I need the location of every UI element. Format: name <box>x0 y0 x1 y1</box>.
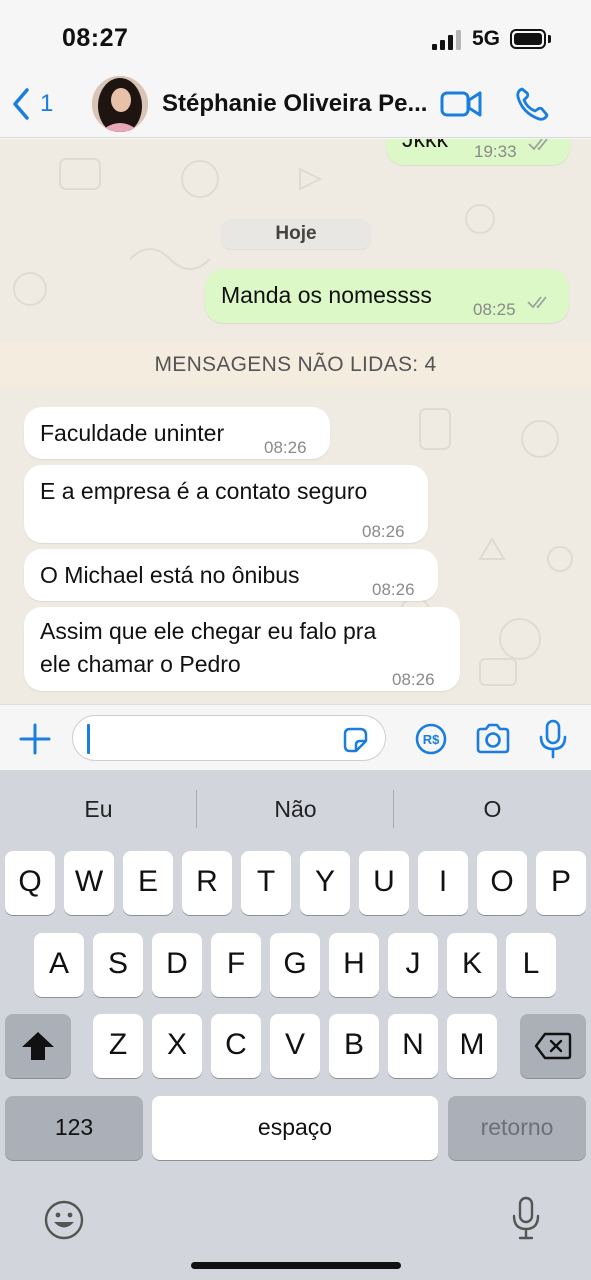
message-time: 08:26 <box>362 522 405 541</box>
key-y[interactable]: Y <box>300 851 350 915</box>
suggestion-2[interactable]: Não <box>197 770 394 848</box>
message-time: 08:26 <box>264 438 307 457</box>
day-divider: Hoje <box>221 219 371 249</box>
battery-icon <box>510 29 546 49</box>
key-w[interactable]: W <box>64 851 114 915</box>
key-q[interactable]: Q <box>5 851 55 915</box>
message-bubble-incoming[interactable]: E a empresa é a contato seguro 08:26 <box>24 465 428 543</box>
message-text: E a empresa é a contato seguro <box>40 478 368 504</box>
suggestion-3[interactable]: O <box>394 770 591 848</box>
cellular-signal-icon <box>432 30 461 50</box>
pix-payment-icon[interactable]: R$ <box>415 723 447 755</box>
message-text: Faculdade uninter <box>40 420 225 446</box>
message-text: Jkkk <box>402 139 448 152</box>
keyboard: Eu Não O Q W E R T Y U I O P A S D F G H… <box>0 770 591 1280</box>
return-key[interactable]: retorno <box>448 1096 586 1160</box>
message-text-line: Assim que ele chegar eu falo pra <box>40 618 377 644</box>
key-m[interactable]: M <box>447 1014 497 1078</box>
message-bubble-incoming[interactable]: Faculdade uninter 08:26 <box>24 407 330 459</box>
key-e[interactable]: E <box>123 851 173 915</box>
key-k[interactable]: K <box>447 933 497 997</box>
message-time: 08:26 <box>392 670 435 689</box>
key-p[interactable]: P <box>536 851 586 915</box>
key-n[interactable]: N <box>388 1014 438 1078</box>
message-time: 19:33 <box>474 142 517 161</box>
dictation-microphone-icon[interactable] <box>511 1196 541 1240</box>
unread-messages-banner: MENSAGENS NÃO LIDAS: 4 <box>0 342 591 388</box>
message-text-line: ele chamar o Pedro <box>40 651 241 677</box>
delete-backward-icon <box>534 1032 572 1060</box>
message-input-bar: R$ <box>0 704 591 770</box>
key-h[interactable]: H <box>329 933 379 997</box>
key-z[interactable]: Z <box>93 1014 143 1078</box>
key-f[interactable]: F <box>211 933 261 997</box>
message-bubble-incoming[interactable]: Assim que ele chegar eu falo pra ele cha… <box>24 607 460 691</box>
chat-header: 1 Stéphanie Oliveira Pe... <box>0 72 591 138</box>
key-o[interactable]: O <box>477 851 527 915</box>
chevron-left-icon <box>13 88 29 120</box>
message-text: O Michael está no ônibus <box>40 562 300 588</box>
key-l[interactable]: L <box>506 933 556 997</box>
emoji-icon[interactable] <box>44 1200 84 1240</box>
back-button[interactable]: 1 <box>10 84 70 124</box>
key-j[interactable]: J <box>388 933 438 997</box>
key-v[interactable]: V <box>270 1014 320 1078</box>
message-time: 08:25 <box>473 300 516 319</box>
network-type: 5G <box>472 27 501 50</box>
shift-key[interactable] <box>5 1014 71 1078</box>
status-time: 08:27 <box>62 24 129 52</box>
message-input[interactable] <box>72 715 386 761</box>
home-indicator <box>191 1262 401 1269</box>
key-b[interactable]: B <box>329 1014 379 1078</box>
key-x[interactable]: X <box>152 1014 202 1078</box>
key-r[interactable]: R <box>182 851 232 915</box>
message-time: 08:26 <box>372 580 415 599</box>
backspace-key[interactable] <box>520 1014 586 1078</box>
double-check-read-icon <box>527 296 547 309</box>
phone-call-icon[interactable] <box>515 86 549 122</box>
key-d[interactable]: D <box>152 933 202 997</box>
message-bubble-incoming[interactable]: O Michael está no ônibus 08:26 <box>24 549 438 601</box>
avatar-photo <box>92 76 148 132</box>
key-a[interactable]: A <box>34 933 84 997</box>
battery-cap <box>548 35 551 43</box>
suggestion-1[interactable]: Eu <box>0 770 197 848</box>
key-s[interactable]: S <box>93 933 143 997</box>
status-bar: 08:27 5G <box>0 0 591 72</box>
space-key[interactable]: espaço <box>152 1096 438 1160</box>
contact-name[interactable]: Stéphanie Oliveira Pe... <box>162 90 430 118</box>
key-u[interactable]: U <box>359 851 409 915</box>
key-i[interactable]: I <box>418 851 468 915</box>
microphone-icon[interactable] <box>538 719 568 759</box>
text-caret <box>87 724 90 754</box>
key-c[interactable]: C <box>211 1014 261 1078</box>
key-t[interactable]: T <box>241 851 291 915</box>
numbers-key[interactable]: 123 <box>5 1096 143 1160</box>
shift-arrow-icon <box>22 1032 54 1060</box>
unread-chats-count: 1 <box>40 90 54 117</box>
camera-icon[interactable] <box>475 723 511 755</box>
key-g[interactable]: G <box>270 933 320 997</box>
sticker-icon[interactable] <box>341 726 369 754</box>
double-check-read-icon <box>528 139 548 151</box>
plus-icon[interactable] <box>18 722 52 756</box>
video-call-icon[interactable] <box>440 88 482 120</box>
message-bubble-outgoing[interactable]: Jkkk 19:33 <box>386 139 570 165</box>
message-bubble-outgoing[interactable]: Manda os nomessss 08:25 <box>205 269 569 323</box>
message-text: Manda os nomessss <box>221 282 432 308</box>
contact-avatar[interactable] <box>92 76 148 132</box>
chat-area[interactable]: Jkkk 19:33 Hoje Manda os nomessss 08:25 … <box>0 139 591 704</box>
svg-text:R$: R$ <box>423 732 440 747</box>
